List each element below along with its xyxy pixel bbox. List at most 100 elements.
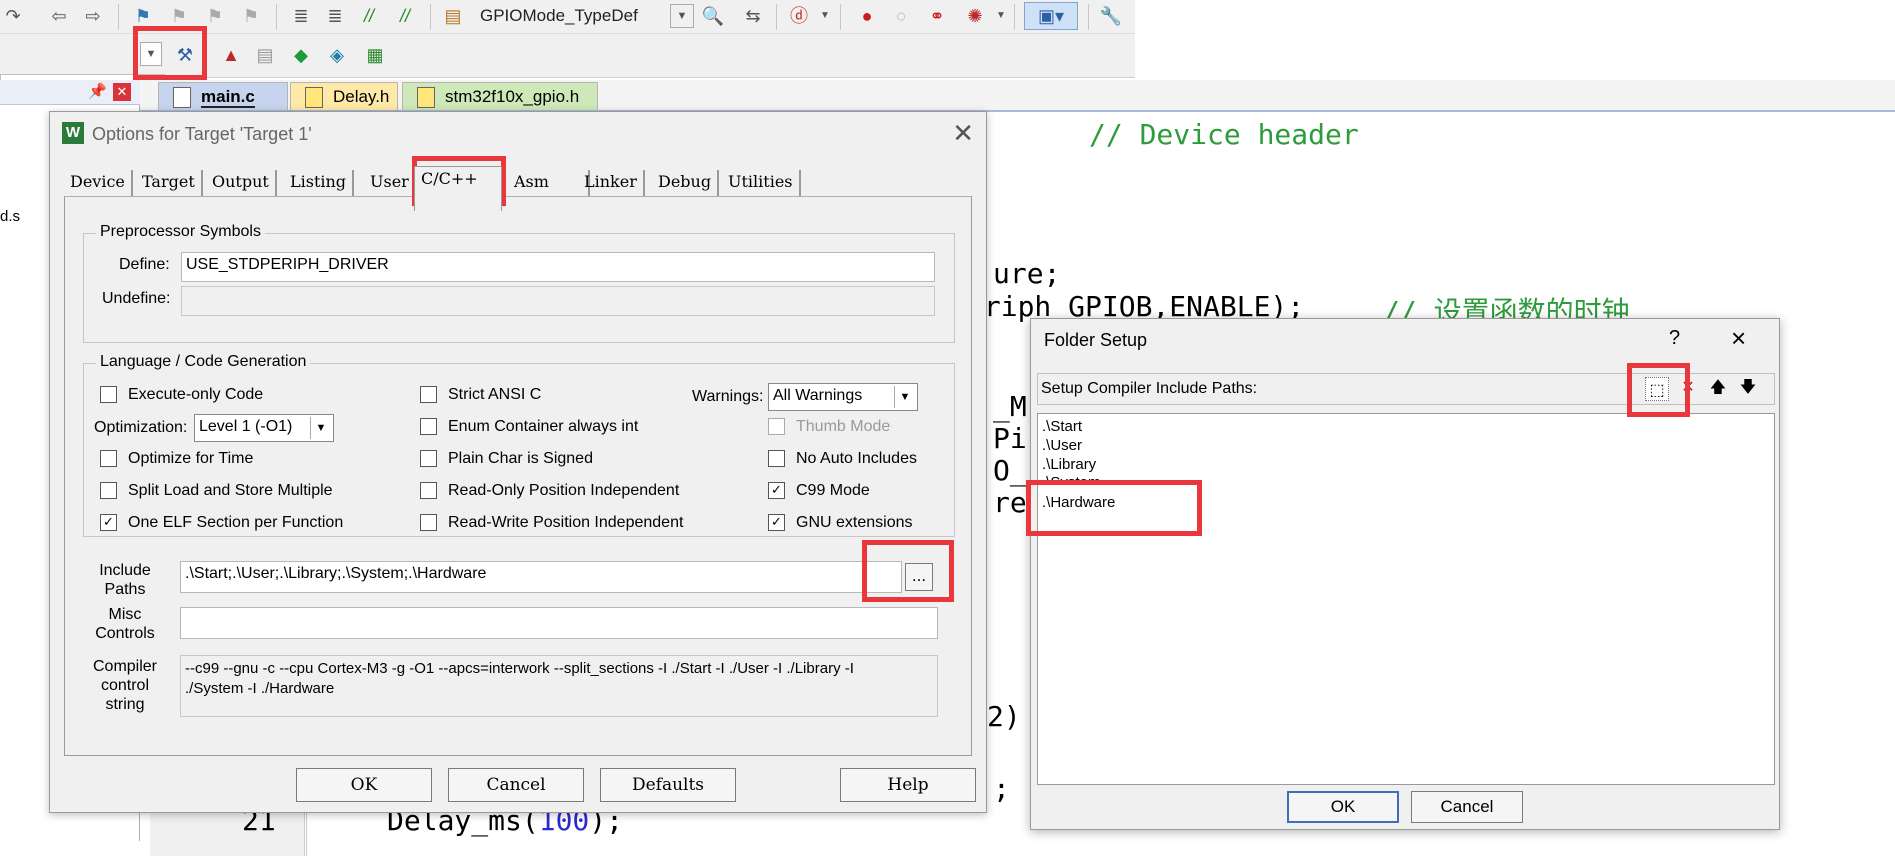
compiler-control-string: --c99 --gnu -c --cpu Cortex-M3 -g -O1 --… [180, 655, 938, 717]
debug-icon[interactable]: ⓓ [786, 3, 812, 29]
defaults-button[interactable]: Defaults [600, 768, 736, 802]
batch-build-icon[interactable]: ▤ [252, 42, 278, 68]
misc-controls-field[interactable] [180, 607, 938, 639]
pin-icon[interactable]: 📌 [88, 82, 107, 100]
select-packs-icon[interactable]: ◈ [324, 42, 350, 68]
undefine-label: Undefine: [102, 290, 171, 307]
view-icon[interactable]: ▣▾ [1024, 2, 1078, 30]
code-line: Pi [993, 422, 1027, 455]
bookmark-clear-icon[interactable]: ⚑ [238, 3, 264, 29]
tab-user[interactable]: User [364, 170, 417, 196]
bookmark-icon[interactable]: ⚑ [130, 3, 156, 29]
breakpoint-kill-icon[interactable]: ✺ [962, 3, 988, 29]
tab-stm32f10x-gpio-h[interactable]: stm32f10x_gpio.h [402, 82, 598, 110]
file-icon [305, 87, 323, 108]
find-icon[interactable]: 🔍 [700, 3, 726, 29]
project-pane-header: 📌 ✕ [0, 80, 140, 105]
code-line: O_ [993, 454, 1027, 487]
close-icon[interactable]: ✕ [952, 118, 974, 149]
editor-tabs: main.c Delay.h stm32f10x_gpio.h [140, 80, 1895, 112]
forward-icon[interactable]: ⇨ [80, 3, 106, 29]
breakpoint-disable-icon[interactable]: ○ [888, 3, 914, 29]
move-up-icon[interactable]: 🡅 [1705, 375, 1731, 401]
tab-c-cpp[interactable]: C/C++ [414, 166, 502, 211]
code-line: 2) [987, 700, 1021, 733]
bookmark-prev-icon[interactable]: ⚑ [166, 3, 192, 29]
ok-button[interactable]: OK [296, 768, 432, 802]
breakpoint-icon[interactable]: ● [854, 3, 880, 29]
tab-target[interactable]: Target [136, 170, 203, 196]
code-line: ure; [993, 257, 1061, 290]
breakpoint-clear-icon[interactable]: ⚭ [924, 3, 950, 29]
list-item[interactable]: .\Start [1042, 418, 1082, 435]
c-cpp-panel: Preprocessor Symbols Define: USE_STDPERI… [64, 196, 972, 756]
folder-setup-dialog: Folder Setup ? × Setup Compiler Include … [1030, 318, 1780, 830]
tab-linker[interactable]: Linker [578, 170, 645, 196]
cancel-button[interactable]: Cancel [1411, 791, 1523, 823]
list-item[interactable]: .\Hardware [1042, 494, 1115, 511]
redo-icon[interactable]: ↷ [0, 3, 26, 29]
compiler-control-label: Compiler control string [92, 658, 157, 713]
file-key-icon [417, 87, 435, 108]
chevron-down-icon: ▼ [310, 417, 331, 439]
code-comment: // Device header [1089, 118, 1359, 151]
code-line: re [993, 486, 1027, 519]
manage-project-icon[interactable]: ▲ [218, 42, 244, 68]
tab-label: main.c [201, 87, 255, 108]
define-field[interactable]: USE_STDPERIPH_DRIVER [181, 252, 935, 282]
tab-delay-h[interactable]: Delay.h [290, 82, 398, 110]
optimization-label: Optimization: [94, 419, 188, 436]
language-group: Language / Code Generation Execute-only … [83, 353, 955, 537]
list-item[interactable]: .\User [1042, 437, 1082, 454]
project-item[interactable]: d.s [0, 208, 20, 225]
new-folder-icon[interactable]: ⬚ [1645, 377, 1669, 401]
pack-installer-icon[interactable]: ◆ [288, 42, 314, 68]
tab-debug[interactable]: Debug [652, 170, 720, 196]
target-name: GPIOMode_TypeDef [480, 6, 638, 25]
close-icon[interactable]: ✕ [113, 83, 131, 101]
optimization-select[interactable]: Level 1 (-O1) ▼ [194, 414, 334, 442]
tab-label: Delay.h [333, 87, 390, 106]
tab-output[interactable]: Output [206, 170, 277, 196]
browse-include-paths-button[interactable]: ... [905, 563, 933, 591]
ok-button[interactable]: OK [1287, 791, 1399, 823]
cancel-button[interactable]: Cancel [448, 768, 584, 802]
delete-icon[interactable]: ✕ [1675, 375, 1701, 401]
help-button[interactable]: Help [840, 768, 976, 802]
dialog-title: Folder Setup [1044, 330, 1148, 350]
options-for-target-dialog: W Options for Target 'Target 1' ✕ Device… [49, 111, 987, 813]
app-logo-icon: W [62, 122, 84, 144]
indent-icon[interactable]: ≣ [288, 3, 314, 29]
back-icon[interactable]: ⇦ [46, 3, 72, 29]
rte-icon[interactable]: ▦ [362, 42, 388, 68]
dialog-title: Options for Target 'Target 1' [92, 124, 312, 144]
tab-listing[interactable]: Listing [284, 170, 355, 196]
bookmark-next-icon[interactable]: ⚑ [202, 3, 228, 29]
find-in-files-icon[interactable]: ▤ [440, 3, 466, 29]
options-for-target-icon[interactable]: ⚒ [172, 42, 198, 68]
warnings-select[interactable]: All Warnings ▼ [768, 383, 918, 411]
chevron-down-icon[interactable]: ▼ [812, 3, 838, 29]
comment-icon[interactable]: // [356, 3, 382, 29]
undefine-field[interactable] [181, 286, 935, 316]
help-icon[interactable]: ? [1669, 327, 1680, 350]
include-paths-field[interactable]: .\Start;.\User;.\Library;.\System;.\Hard… [180, 561, 902, 593]
tab-device[interactable]: Device [64, 170, 133, 196]
code-line: ; [993, 772, 1010, 805]
preprocessor-group: Preprocessor Symbols Define: USE_STDPERI… [83, 223, 955, 343]
misc-controls-label: Misc Controls [95, 606, 155, 642]
move-down-icon[interactable]: 🡇 [1735, 375, 1761, 401]
tab-utilities[interactable]: Utilities [722, 170, 801, 196]
chevron-down-icon[interactable]: ▼ [140, 42, 162, 66]
list-label: Setup Compiler Include Paths: [1041, 380, 1258, 397]
unindent-icon[interactable]: ≣ [322, 3, 348, 29]
chevron-down-icon[interactable]: ▼ [988, 3, 1014, 29]
list-item[interactable]: .\System [1042, 474, 1100, 483]
chevron-down-icon[interactable]: ▼ [670, 4, 694, 28]
uncomment-icon[interactable]: // [392, 3, 418, 29]
find-replace-icon[interactable]: ⇆ [740, 3, 766, 29]
close-icon[interactable]: × [1731, 323, 1746, 354]
list-item[interactable]: .\Library [1042, 456, 1096, 473]
configure-icon[interactable]: 🔧 [1098, 3, 1124, 29]
tab-main-c[interactable]: main.c [158, 82, 288, 110]
